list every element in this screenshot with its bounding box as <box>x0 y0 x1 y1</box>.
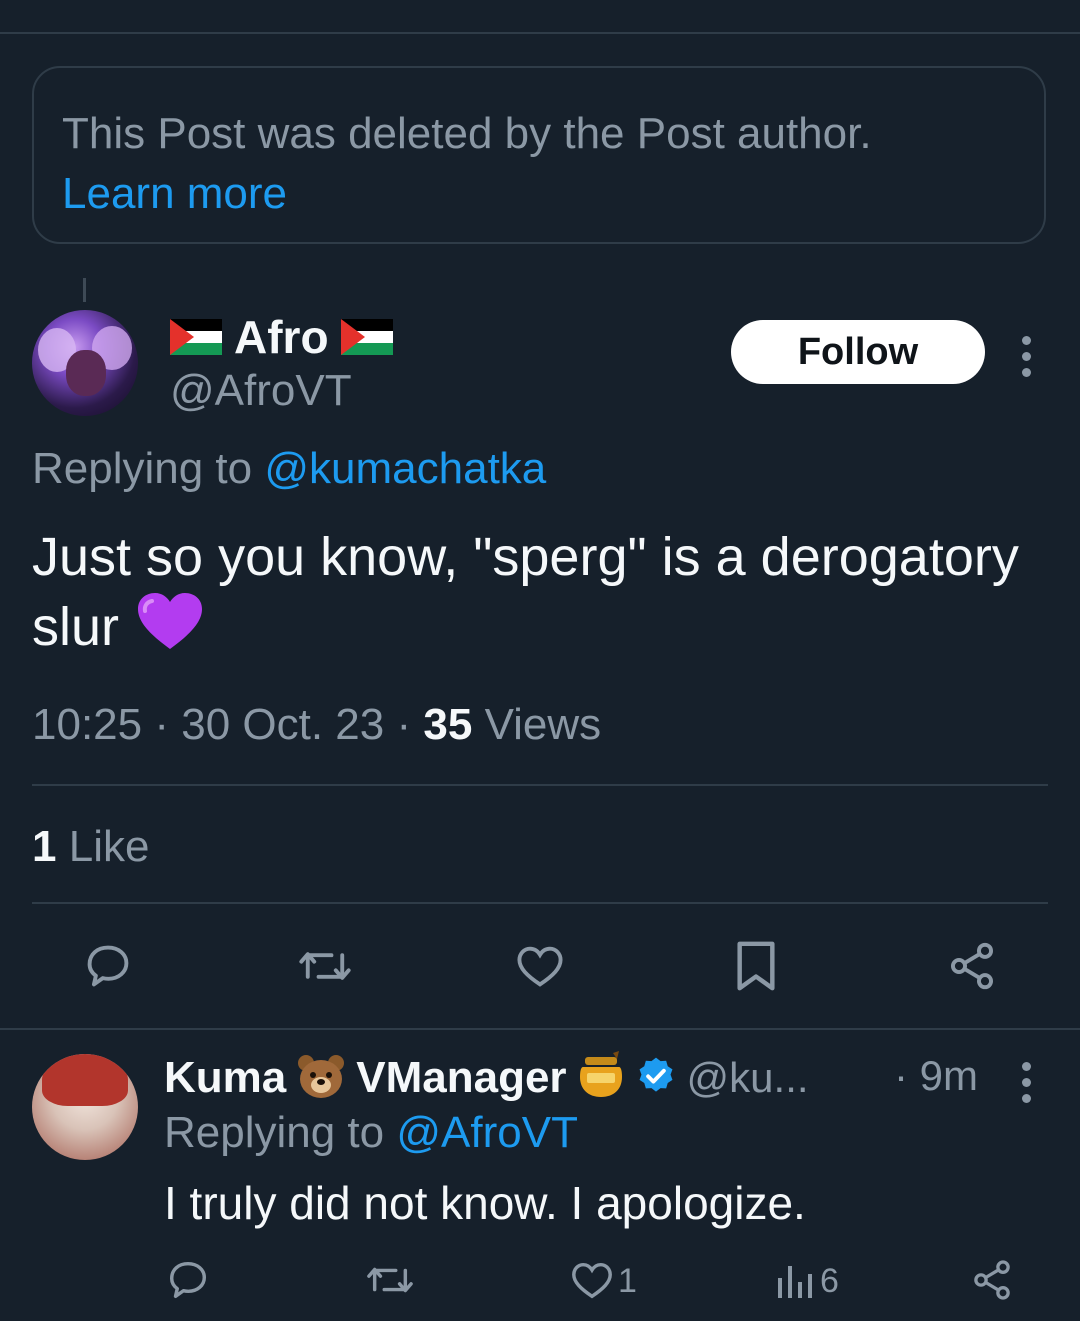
divider <box>0 1028 1080 1030</box>
post-text: Just so you know, "sperg" is a derogator… <box>32 522 1062 668</box>
reply-name-part1[interactable]: Kuma <box>164 1053 286 1103</box>
likes-summary[interactable]: 1 Like <box>32 822 149 872</box>
deleted-post-text: This Post was deleted by the Post author… <box>62 109 872 158</box>
share-icon[interactable] <box>966 1254 1018 1306</box>
learn-more-link[interactable]: Learn more <box>62 164 1016 224</box>
reply-header[interactable]: Kuma VManager @ku... <box>164 1050 809 1106</box>
thread-connector-line <box>83 278 86 302</box>
post-date: 30 Oct. 23 <box>181 700 385 749</box>
reply-views-count: 6 <box>820 1262 839 1300</box>
reply-like-count: 1 <box>618 1262 637 1300</box>
palestine-flag-icon <box>170 319 222 355</box>
replying-prefix: Replying to <box>32 444 253 493</box>
likes-label: Like <box>68 822 150 871</box>
like-icon[interactable] <box>566 1254 618 1306</box>
reply-replying-mention-link[interactable]: @AfroVT <box>396 1108 578 1157</box>
author-handle[interactable]: @AfroVT <box>170 366 352 416</box>
bookmark-icon[interactable] <box>728 938 784 994</box>
author-display-name[interactable]: Afro <box>234 310 329 364</box>
palestine-flag-icon <box>340 319 393 355</box>
views-icon[interactable] <box>768 1254 820 1306</box>
post-meta: 10:25 · 30 Oct. 23 · 35 Views <box>32 700 602 749</box>
share-icon[interactable] <box>944 938 1000 994</box>
more-icon[interactable] <box>1020 1062 1032 1103</box>
reply-handle[interactable]: @ku... <box>687 1054 809 1102</box>
post-time: 10:25 <box>32 700 143 749</box>
divider <box>32 784 1048 786</box>
avatar-kuma[interactable] <box>32 1054 138 1160</box>
divider <box>32 902 1048 904</box>
honey-pot-emoji <box>577 1050 625 1106</box>
repost-icon[interactable] <box>364 1254 416 1306</box>
follow-button[interactable]: Follow <box>731 320 985 384</box>
repost-icon[interactable] <box>297 938 353 994</box>
reply-time[interactable]: · 9m <box>894 1052 978 1100</box>
comment-icon[interactable] <box>162 1254 214 1306</box>
purple-heart-emoji <box>138 593 203 668</box>
bear-emoji <box>296 1053 346 1104</box>
comment-icon[interactable] <box>80 938 136 994</box>
verified-icon <box>635 1055 677 1102</box>
reply-replying-to: Replying to @AfroVT <box>164 1108 578 1158</box>
deleted-post-notice: This Post was deleted by the Post author… <box>32 66 1046 244</box>
likes-count: 1 <box>32 822 57 871</box>
replying-mention-link[interactable]: @kumachatka <box>264 444 546 493</box>
views-label[interactable]: Views <box>485 700 602 749</box>
reply-text: I truly did not know. I apologize. <box>164 1177 806 1229</box>
like-icon[interactable] <box>512 938 568 994</box>
author-name-row[interactable]: Afro <box>170 310 393 364</box>
more-icon[interactable] <box>1020 336 1032 377</box>
top-divider <box>0 32 1080 34</box>
reply-name-part2[interactable]: VManager <box>356 1053 566 1103</box>
replying-to: Replying to @kumachatka <box>32 444 546 494</box>
reply-replying-prefix: Replying to <box>164 1108 385 1157</box>
views-count: 35 <box>423 700 473 749</box>
avatar-afro[interactable] <box>32 310 138 416</box>
